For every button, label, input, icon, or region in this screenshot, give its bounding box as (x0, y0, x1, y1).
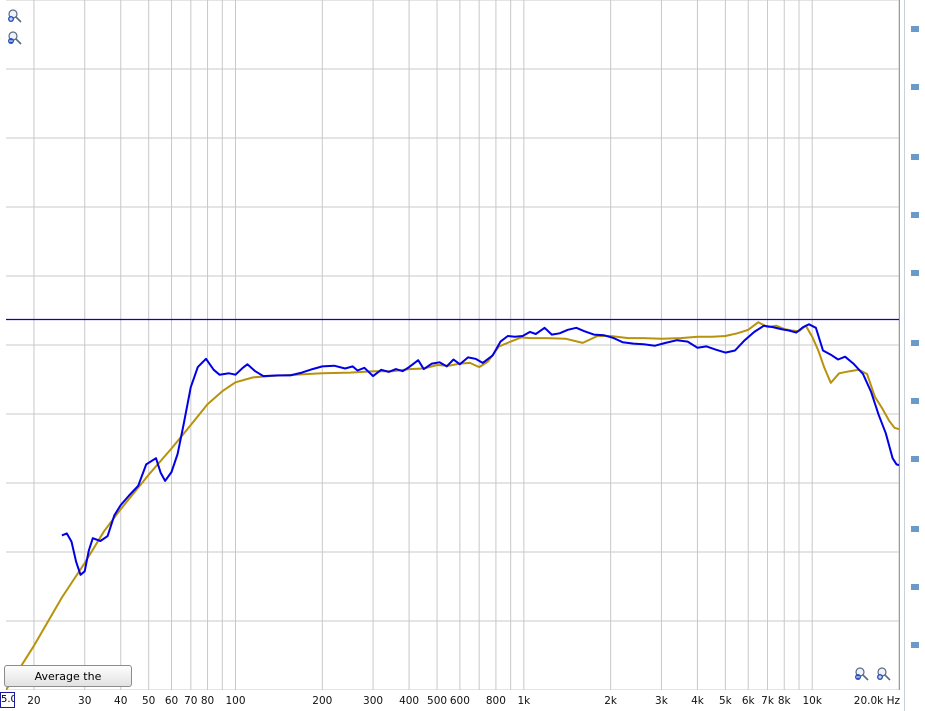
x-tick-label: 70 (184, 695, 197, 707)
x-tick-label: 20 (27, 695, 40, 707)
x-tick-label: 30 (78, 695, 91, 707)
x-tick-label: 600 (450, 695, 470, 707)
rail-marker (911, 154, 919, 160)
rail-marker (911, 340, 919, 346)
x-axis: 20 30 40 50 60 70 80 100 200 300 400 500 600 800 1k 2k 3… (0, 690, 925, 711)
zoom-in-icon[interactable] (7, 8, 23, 24)
rail-marker (911, 398, 919, 404)
rail-marker (911, 270, 919, 276)
x-zoom-in-icon[interactable] (876, 666, 892, 682)
chart-svg (6, 0, 899, 690)
right-scroll-rail[interactable] (904, 0, 925, 711)
x-axis-labels: 20 30 40 50 60 70 80 100 200 300 400 500 600 800 1k 2k 3… (27, 695, 901, 707)
x-tick-label: 60 (165, 695, 178, 707)
x-tick-label: 500 (427, 695, 447, 707)
target-response-line (6, 321, 899, 690)
x-tick-label: 300 (363, 695, 383, 707)
x-tick-label: 5k (719, 695, 733, 707)
zoom-out-icon[interactable] (7, 30, 23, 46)
rail-marker (911, 642, 919, 648)
x-tick-label: 20.0k Hz (854, 695, 901, 707)
x-tick-label: 80 (201, 695, 214, 707)
rail-marker (911, 212, 919, 218)
x-tick-label: 7k (761, 695, 775, 707)
chart-plot-area[interactable] (6, 0, 900, 690)
x-tick-label: 800 (486, 695, 506, 707)
measured-response-line (61, 323, 899, 576)
x-tick-label: 100 (225, 695, 245, 707)
x-tick-label: 10k (802, 695, 822, 707)
average-responses-button[interactable]: Average the Responses (4, 665, 132, 705)
y-value-readout[interactable]: 5.0 (0, 692, 15, 708)
x-tick-label: 6k (742, 695, 756, 707)
rail-marker (911, 456, 919, 462)
x-tick-label: 200 (312, 695, 332, 707)
rail-marker (911, 26, 919, 32)
x-zoom-out-icon[interactable] (854, 666, 870, 682)
x-tick-label: 50 (142, 695, 155, 707)
x-tick-label: 40 (114, 695, 127, 707)
x-tick-label: 8k (778, 695, 792, 707)
x-tick-label: 1k (517, 695, 531, 707)
rail-marker (911, 526, 919, 532)
x-tick-label: 3k (655, 695, 669, 707)
x-tick-label: 400 (399, 695, 419, 707)
x-tick-label: 2k (604, 695, 618, 707)
rail-marker (911, 84, 919, 90)
x-tick-label: 4k (691, 695, 705, 707)
rail-marker (911, 584, 919, 590)
